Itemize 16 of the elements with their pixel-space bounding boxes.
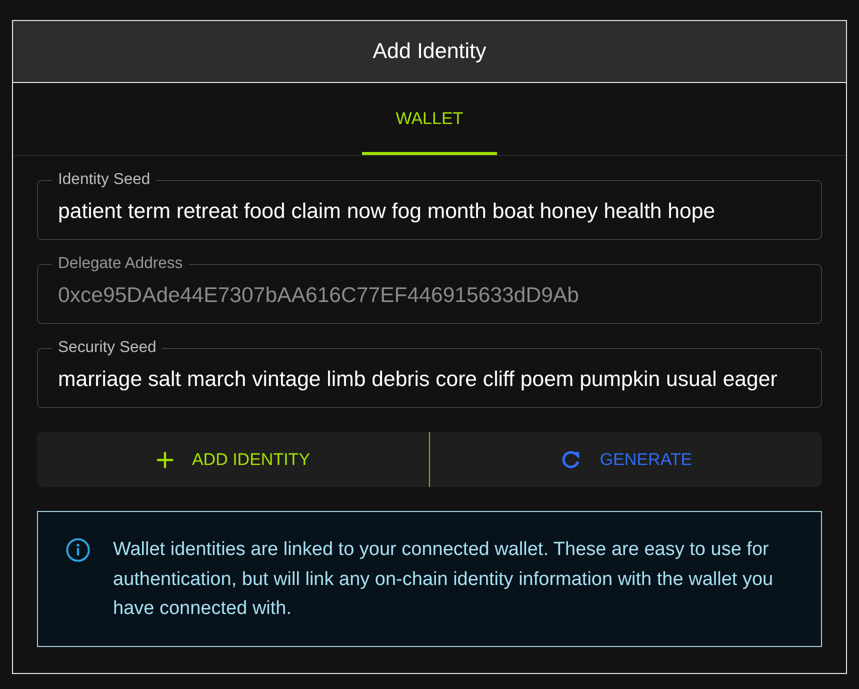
field-label: Delegate Address xyxy=(57,255,184,273)
notice-text: Wallet identities are linked to your connected wallet. These are easy to use for authentication, but will link any on-chain identity information with the wallet you have connected with. xyxy=(113,538,774,621)
text-field[interactable]: Security Seed marriage salt march vintage limb debris core cliff poem pumpkin usual eager xyxy=(37,339,822,408)
field-value: patient term retreat food claim now fog month boat honey health hope xyxy=(58,199,716,223)
generate-button[interactable]: GENERATE xyxy=(430,432,822,487)
info-icon xyxy=(66,538,90,562)
dialog-title: Add Identity xyxy=(372,39,486,64)
field-label: Security Seed xyxy=(57,339,158,357)
field-value: 0xce95DAde44E7307bAA616C77EF446915633dD9Ab xyxy=(58,283,580,307)
add-identity-button[interactable]: ADD IDENTITY xyxy=(37,432,430,487)
wallet-tab[interactable]: WALLET xyxy=(362,83,497,155)
plus-icon xyxy=(156,450,174,468)
refresh-icon xyxy=(560,448,582,470)
text-field[interactable]: Identity Seed patient term retreat food claim now fog month boat honey health hope xyxy=(37,171,822,240)
field-value: marriage salt march vintage limb debris core cliff poem pumpkin usual eager xyxy=(58,367,778,391)
field-label: Identity Seed xyxy=(57,171,152,189)
